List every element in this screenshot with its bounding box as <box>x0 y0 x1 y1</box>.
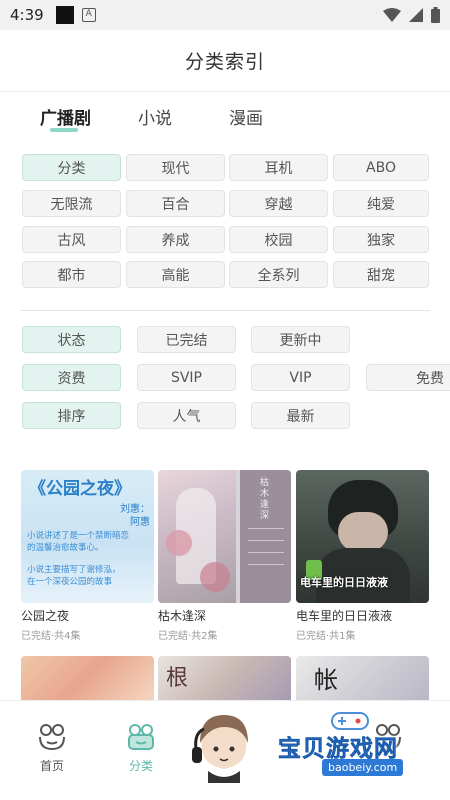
status-filter-completed[interactable]: 已完结 <box>137 326 236 353</box>
cover-line: 小说主要描写了谢修泓， <box>27 565 121 575</box>
signal-icon <box>409 8 423 22</box>
card-status: 已完结·共2集 <box>158 631 218 642</box>
cover-cast: 阿惠 <box>130 517 150 528</box>
category-chip[interactable]: 穿越 <box>229 190 328 217</box>
fee-filter-vip[interactable]: VIP <box>251 364 350 391</box>
page-title: 分类索引 <box>184 51 265 73</box>
avatar-mascot[interactable] <box>192 713 256 783</box>
category-chip[interactable]: 百合 <box>126 190 225 217</box>
drama-cover-peek[interactable] <box>21 656 154 700</box>
category-chip[interactable]: 纯爱 <box>333 190 429 217</box>
nav-label: 分类 <box>128 759 153 773</box>
cover-line: 小说讲述了是一个禁断暗恋 <box>27 531 130 541</box>
drama-cover: 电车里的日日液液 <box>296 470 429 603</box>
drama-cover: 《公园之夜》 刘惠： 阿惠 小说讲述了是一个禁断暗恋 的温馨治愈故事心。 小说主… <box>21 470 154 603</box>
category-chip[interactable]: 耳机 <box>229 154 328 181</box>
tab-comic[interactable]: 漫画 <box>229 104 263 129</box>
fee-filter-free[interactable]: 免费 <box>366 364 450 391</box>
tab-radio-drama[interactable]: 广播剧 <box>40 104 91 129</box>
card-title: 枯木逢深 <box>158 609 207 623</box>
sort-filter-latest[interactable]: 最新 <box>251 402 350 429</box>
drama-cover: 枯木逢深 <box>158 470 291 603</box>
card-status: 已完结·共4集 <box>21 631 81 642</box>
status-filter-label[interactable]: 状态 <box>22 326 121 353</box>
category-chip[interactable]: 全系列 <box>229 261 328 288</box>
sort-filter-popular[interactable]: 人气 <box>137 402 236 429</box>
fee-filter-svip[interactable]: SVIP <box>137 364 236 391</box>
bottom-nav: 首页 分类 我的 <box>0 700 450 800</box>
sort-filter-label[interactable]: 排序 <box>22 402 121 429</box>
battery-icon <box>431 7 440 23</box>
headphone-boy-avatar-icon <box>192 715 248 783</box>
category-chip[interactable]: ABO <box>333 154 429 181</box>
nav-label: 首页 <box>39 759 64 773</box>
site-watermark: 宝贝游戏网 baobeiy.com <box>278 709 438 783</box>
cover-line: 在一个深夜公园的故事 <box>27 577 113 587</box>
category-chip[interactable]: 甜宠 <box>333 261 429 288</box>
page-header: 分类索引 <box>0 30 450 92</box>
frog-home-icon <box>39 724 65 751</box>
app-notification-icon: A <box>81 8 96 22</box>
cover-glyph: 根 <box>166 666 189 691</box>
category-chip[interactable]: 校园 <box>229 226 328 253</box>
gamepad-icon <box>331 712 369 730</box>
fee-filter-label[interactable]: 资费 <box>22 364 121 391</box>
notification-icon <box>55 6 74 24</box>
tab-novel[interactable]: 小说 <box>138 104 172 129</box>
cover-glyph: 帐 <box>314 666 338 694</box>
section-divider <box>20 310 430 311</box>
category-chip[interactable]: 高能 <box>126 261 225 288</box>
cover-heading: 《公园之夜》 <box>29 479 131 499</box>
card-title: 公园之夜 <box>21 609 70 623</box>
nav-category[interactable]: 分类 <box>111 723 171 774</box>
cover-line: 的温馨治愈故事心。 <box>27 543 104 553</box>
category-chip-label[interactable]: 分类 <box>22 154 121 181</box>
drama-card[interactable]: 电车里的日日液液 电车里的日日液液 已完结·共1集 <box>296 470 429 642</box>
status-filter-updating[interactable]: 更新中 <box>251 326 350 353</box>
category-chip[interactable]: 都市 <box>22 261 121 288</box>
frog-category-icon <box>128 724 154 750</box>
card-status: 已完结·共1集 <box>296 631 356 642</box>
cover-vertical-title: 枯木逢深 <box>260 478 270 521</box>
category-chip[interactable]: 独家 <box>333 226 429 253</box>
watermark-text: 宝贝游戏网 <box>278 736 398 763</box>
category-chip[interactable]: 古风 <box>22 226 121 253</box>
drama-cover-peek[interactable]: 根 <box>158 656 291 700</box>
category-chip[interactable]: 养成 <box>126 226 225 253</box>
content-type-tabs: 广播剧 小说 漫画 <box>0 96 450 140</box>
nav-home[interactable]: 首页 <box>22 723 82 774</box>
card-title: 电车里的日日液液 <box>296 609 393 623</box>
status-bar: 4:39 A <box>0 0 450 30</box>
drama-card[interactable]: 《公园之夜》 刘惠： 阿惠 小说讲述了是一个禁断暗恋 的温馨治愈故事心。 小说主… <box>21 470 154 642</box>
category-chip[interactable]: 现代 <box>126 154 225 181</box>
active-tab-indicator <box>50 128 78 132</box>
category-chip[interactable]: 无限流 <box>22 190 121 217</box>
drama-card[interactable]: 枯木逢深 枯木逢深 已完结·共2集 <box>158 470 291 642</box>
cover-caption: 电车里的日日液液 <box>300 576 388 589</box>
watermark-url: baobeiy.com <box>322 759 404 776</box>
status-time: 4:39 <box>10 6 44 24</box>
drama-cover-peek[interactable]: 帐 <box>296 656 429 700</box>
wifi-icon <box>383 8 401 22</box>
